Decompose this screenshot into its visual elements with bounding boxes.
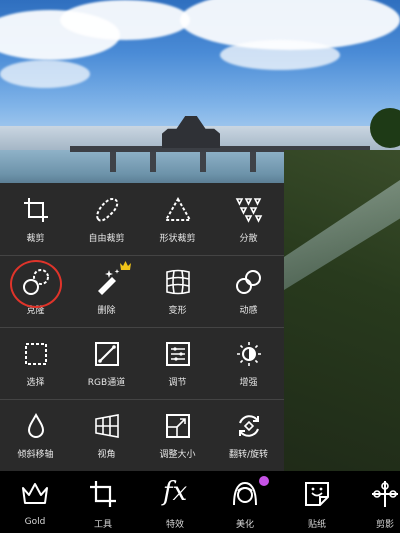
premium-crown-icon bbox=[120, 261, 131, 270]
tool-crop[interactable]: 裁剪 bbox=[0, 183, 71, 255]
tab-gold[interactable]: Gold bbox=[0, 471, 70, 533]
cloud bbox=[220, 40, 340, 70]
tab-cutout[interactable]: 剪影 bbox=[350, 471, 400, 533]
tool-label: 翻转/旋转 bbox=[228, 450, 269, 460]
cutout-icon bbox=[372, 481, 398, 507]
tab-beautify[interactable]: 美化 bbox=[210, 471, 280, 533]
tool-tilt-shift[interactable]: 倾斜移轴 bbox=[0, 399, 71, 471]
tool-label: 删除 bbox=[97, 306, 116, 316]
tool-label: 自由裁剪 bbox=[88, 234, 125, 244]
sticker-icon bbox=[305, 482, 329, 506]
tools-grid: 裁剪 自由裁剪 形状裁剪 分散 克隆 删除 变形 动感 选择 RGB通道 调节 … bbox=[0, 183, 284, 471]
tool-label: 倾斜移轴 bbox=[17, 450, 54, 460]
tools-panel: 裁剪 自由裁剪 形状裁剪 分散 克隆 删除 变形 动感 选择 RGB通道 调节 … bbox=[0, 183, 284, 471]
tab-label: 特效 bbox=[165, 520, 184, 530]
tool-label: 变形 bbox=[168, 306, 187, 316]
tool-label: 调整大小 bbox=[159, 450, 196, 460]
enhance-icon bbox=[236, 342, 261, 366]
adjust-icon bbox=[165, 342, 190, 366]
crown-icon bbox=[22, 483, 48, 504]
tool-shape-crop[interactable]: 形状裁剪 bbox=[142, 183, 213, 255]
highlight-ring bbox=[10, 260, 62, 308]
tab-label: 工具 bbox=[93, 520, 112, 530]
tool-select[interactable]: 选择 bbox=[0, 327, 71, 399]
crop-tool-icon bbox=[90, 481, 116, 507]
tool-label: 动感 bbox=[239, 306, 258, 316]
tool-label: 选择 bbox=[26, 378, 45, 388]
tool-resize[interactable]: 调整大小 bbox=[142, 399, 213, 471]
tab-label: 美化 bbox=[235, 520, 254, 530]
cloud bbox=[60, 0, 190, 40]
select-icon bbox=[24, 343, 47, 365]
tool-warp[interactable]: 变形 bbox=[142, 255, 213, 327]
bridge-pier bbox=[200, 152, 206, 172]
tool-label: RGB通道 bbox=[87, 378, 126, 388]
tool-freeform-crop[interactable]: 自由裁剪 bbox=[71, 183, 142, 255]
tool-flip-rotate[interactable]: 翻转/旋转 bbox=[213, 399, 284, 471]
remove-icon bbox=[97, 269, 119, 295]
motion-icon bbox=[235, 270, 261, 294]
tab-label: 剪影 bbox=[375, 520, 394, 530]
shape-crop-icon bbox=[163, 196, 192, 221]
tab-label: Gold bbox=[24, 517, 46, 527]
notification-dot bbox=[259, 476, 269, 486]
flip-rotate-icon bbox=[238, 415, 259, 437]
tilt-shift-icon bbox=[27, 412, 44, 438]
tool-label: 裁剪 bbox=[26, 234, 45, 244]
tool-motion[interactable]: 动感 bbox=[213, 255, 284, 327]
tool-remove[interactable]: 删除 bbox=[71, 255, 142, 327]
freeform-crop-icon bbox=[95, 197, 118, 222]
perspective-icon bbox=[94, 414, 119, 438]
tab-label: 贴纸 bbox=[307, 520, 326, 530]
tool-perspective[interactable]: 视角 bbox=[71, 399, 142, 471]
tab-stickers[interactable]: 贴纸 bbox=[282, 471, 352, 533]
tool-enhance[interactable]: 增强 bbox=[213, 327, 284, 399]
tool-adjust[interactable]: 调节 bbox=[142, 327, 213, 399]
tab-tools[interactable]: 工具 bbox=[68, 471, 138, 533]
tool-label: 调节 bbox=[168, 378, 187, 388]
tool-label: 视角 bbox=[97, 450, 116, 460]
tab-effects[interactable]: fx 特效 bbox=[140, 471, 210, 533]
cloud bbox=[0, 60, 90, 88]
disperse-icon bbox=[235, 198, 262, 223]
tool-disperse[interactable]: 分散 bbox=[213, 183, 284, 255]
crop-icon bbox=[23, 198, 48, 222]
beautify-face-icon bbox=[233, 481, 257, 506]
tool-rgb-channel[interactable]: RGB通道 bbox=[71, 327, 142, 399]
tool-label: 分散 bbox=[239, 234, 258, 244]
bridge-pier bbox=[150, 152, 156, 172]
bridge-pier bbox=[250, 152, 256, 172]
fx-icon: fx bbox=[162, 477, 188, 507]
bottom-nav: Gold 工具 fx 特效 美化 贴纸 剪影 bbox=[0, 471, 400, 533]
tool-label: 形状裁剪 bbox=[159, 234, 196, 244]
rgb-channel-icon bbox=[94, 342, 119, 366]
bridge-pier bbox=[110, 152, 116, 172]
warp-icon bbox=[165, 269, 190, 295]
resize-icon bbox=[165, 414, 190, 438]
tool-label: 增强 bbox=[239, 378, 258, 388]
